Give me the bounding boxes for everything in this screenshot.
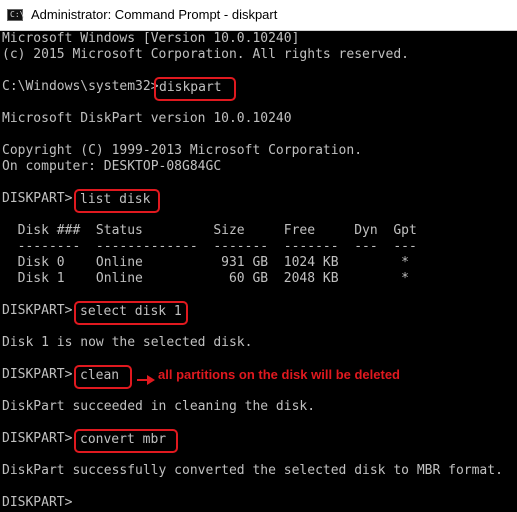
console-line: (c) 2015 Microsoft Corporation. All righ… xyxy=(2,47,409,62)
console-line: Copyright (C) 1999-2013 Microsoft Corpor… xyxy=(2,143,363,158)
prompt-line: DISKPART> xyxy=(2,495,73,510)
console-line: Microsoft DiskPart version 10.0.10240 xyxy=(2,111,292,126)
console-line: Microsoft Windows [Version 10.0.10240] xyxy=(2,31,300,46)
cmd-app-icon: C:\ xyxy=(7,9,24,21)
prompt-line: C:\Windows\system32> xyxy=(2,79,159,94)
window-title: Administrator: Command Prompt - diskpart xyxy=(31,7,278,22)
console-line: Disk 1 is now the selected disk. xyxy=(2,335,253,350)
select-disk-command: select disk 1 xyxy=(80,304,182,319)
clean-command: clean xyxy=(80,368,120,383)
title-bar[interactable]: C:\ Administrator: Command Prompt - disk… xyxy=(0,0,517,31)
console-line: On computer: DESKTOP-08G84GC xyxy=(2,159,222,174)
warning-annotation: all partitions on the disk will be delet… xyxy=(158,367,400,382)
command-prompt-window: C:\ Administrator: Command Prompt - disk… xyxy=(0,0,517,512)
disk-table-separator: -------- ------------- ------- ------- -… xyxy=(2,239,417,254)
arrow-right-icon xyxy=(137,375,155,385)
disk-table-row: Disk 1 Online 60 GB 2048 KB * xyxy=(2,271,409,286)
disk-table-header: Disk ### Status Size Free Dyn Gpt xyxy=(2,223,417,238)
prompt-line: DISKPART> xyxy=(2,367,73,382)
prompt-line: DISKPART> xyxy=(2,303,73,318)
diskpart-command: diskpart xyxy=(159,80,222,95)
prompt-line: DISKPART> xyxy=(2,191,73,206)
list-disk-command: list disk xyxy=(80,192,151,207)
convert-mbr-command: convert mbr xyxy=(80,432,167,447)
console-output[interactable]: Microsoft Windows [Version 10.0.10240] (… xyxy=(0,31,517,512)
console-line: DiskPart succeeded in cleaning the disk. xyxy=(2,399,316,414)
prompt-line: DISKPART> xyxy=(2,431,73,446)
console-line: DiskPart successfully converted the sele… xyxy=(2,463,503,478)
disk-table-row: Disk 0 Online 931 GB 1024 KB * xyxy=(2,255,409,270)
